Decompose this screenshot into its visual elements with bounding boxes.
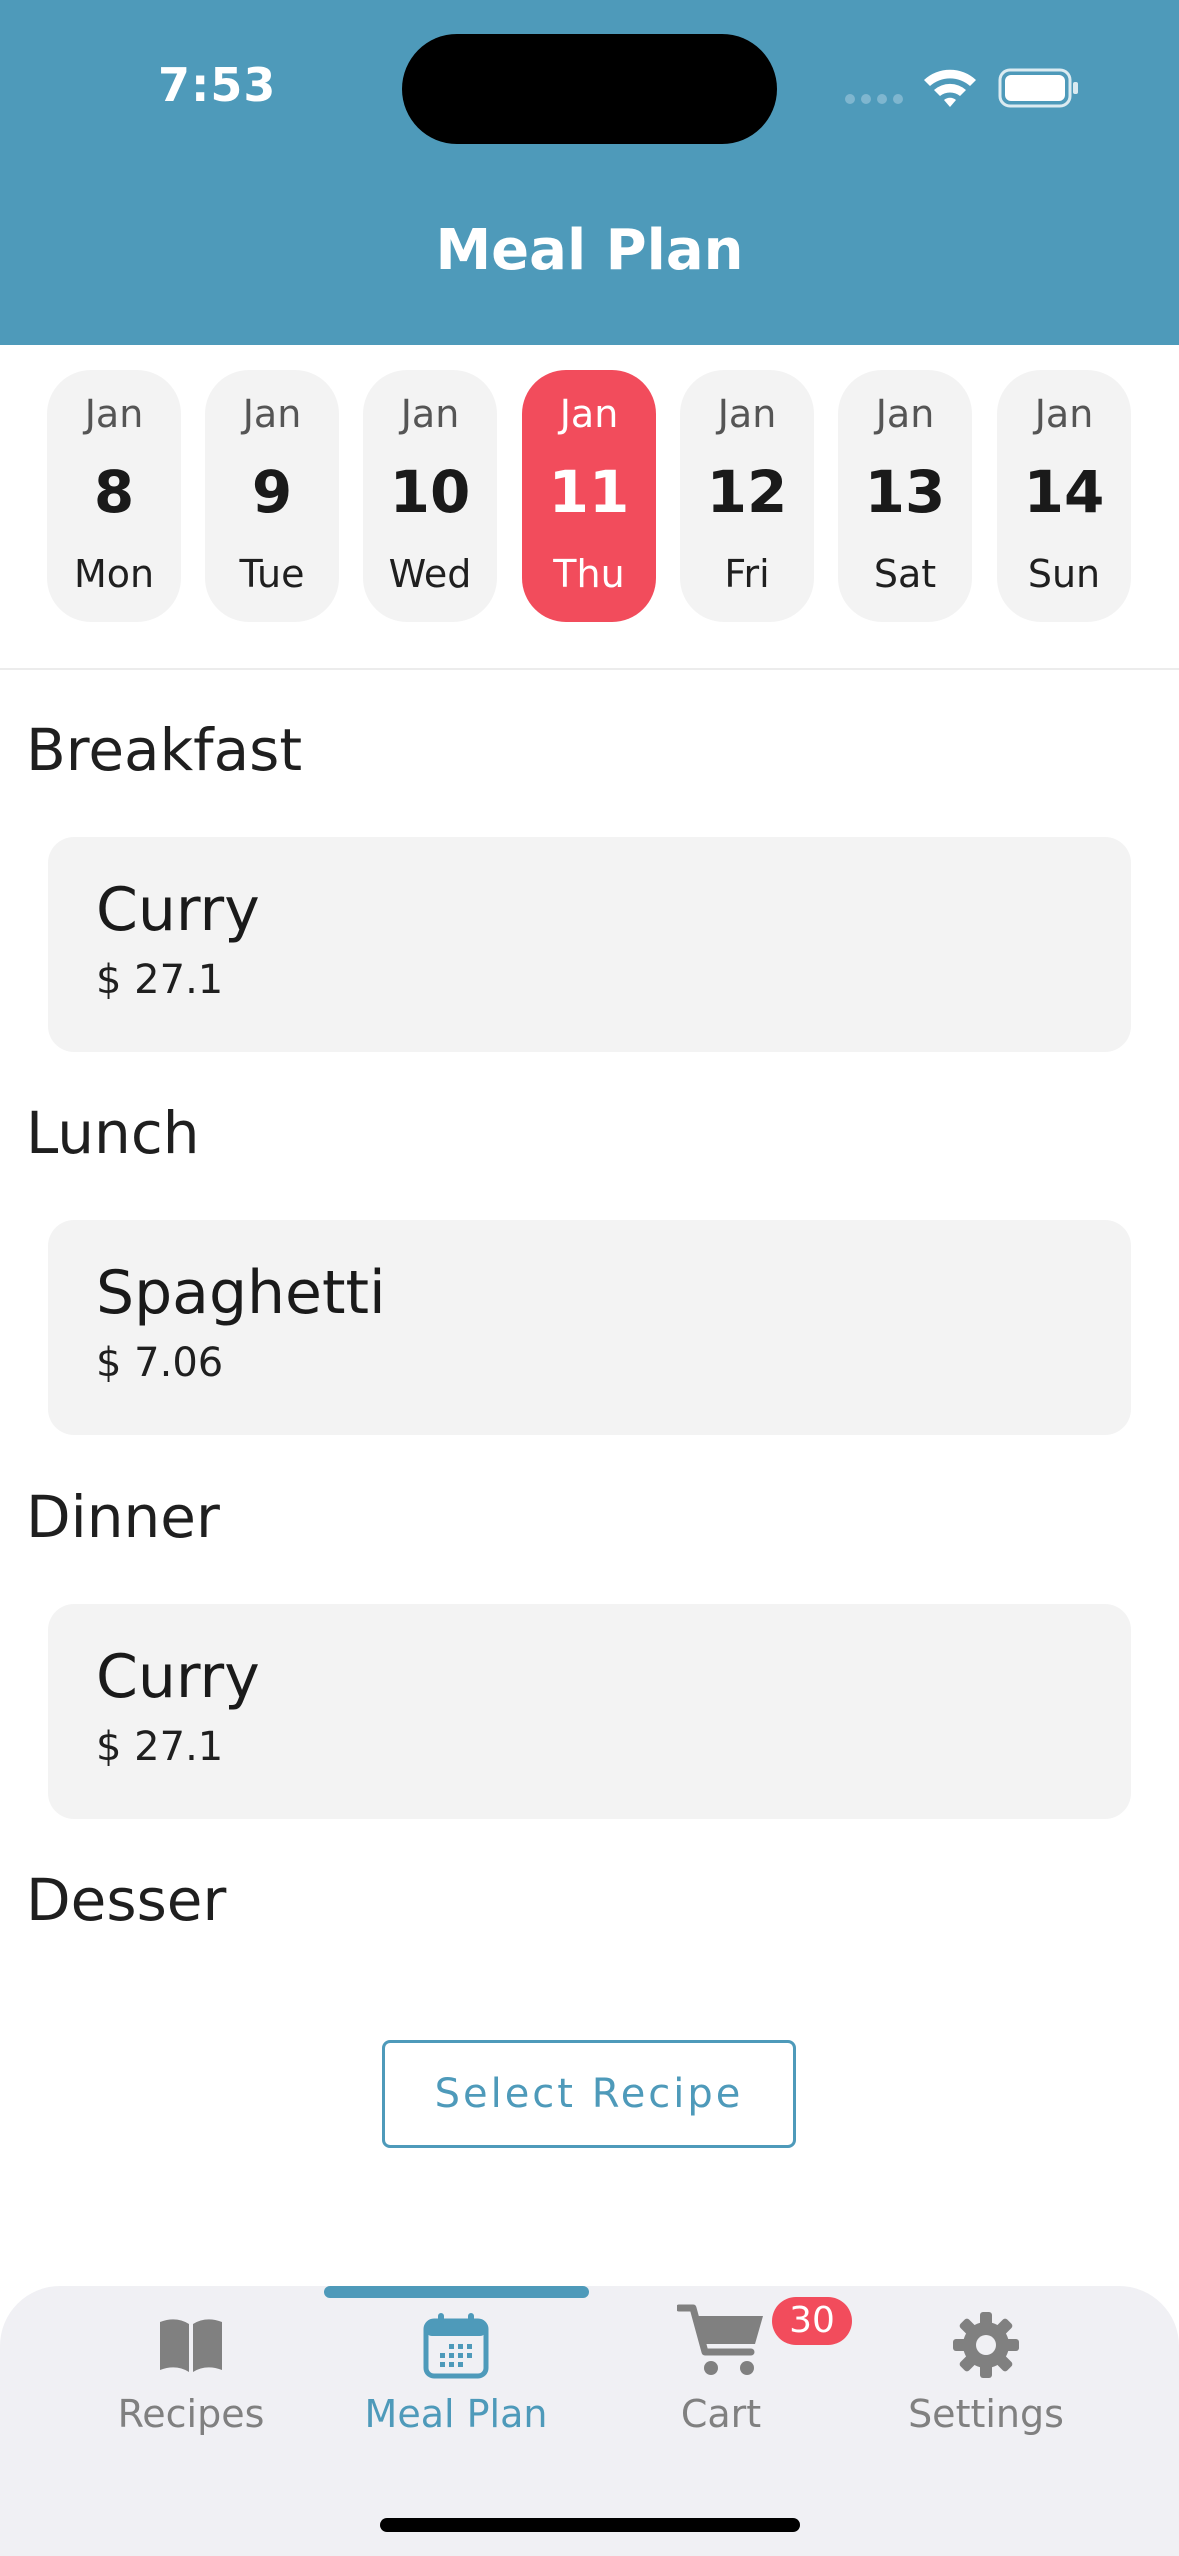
breakfast-recipe-card[interactable]: Curry $ 27.1 <box>48 837 1131 1052</box>
day-sat-13[interactable]: Jan 13 Sat <box>838 370 972 622</box>
header-bar: 7:53 Meal Plan <box>0 0 1179 345</box>
day-month: Jan <box>717 392 777 436</box>
dinner-recipe-card[interactable]: Curry $ 27.1 <box>48 1604 1131 1819</box>
dynamic-island <box>402 34 777 144</box>
day-number: 10 <box>389 458 471 526</box>
tab-label: Cart <box>680 2392 762 2436</box>
day-selector: Jan 8 Mon Jan 9 Tue Jan 10 Wed Jan 11 Th… <box>0 370 1179 622</box>
day-weekday: Sat <box>873 552 937 596</box>
gear-icon <box>953 2312 1019 2378</box>
cellular-signal-icon <box>845 94 905 106</box>
lunch-heading: Lunch <box>26 1099 200 1167</box>
day-weekday: Fri <box>724 552 770 596</box>
tab-label: Settings <box>908 2392 1064 2436</box>
day-month: Jan <box>242 392 302 436</box>
divider <box>0 668 1179 670</box>
recipe-price: $ 7.06 <box>96 1340 224 1386</box>
book-icon <box>160 2319 222 2372</box>
breakfast-heading: Breakfast <box>26 716 303 784</box>
tab-recipes[interactable]: Recipes <box>59 2310 323 2450</box>
day-month: Jan <box>400 392 460 436</box>
day-month: Jan <box>559 392 619 436</box>
recipe-name: Spaghetti <box>96 1258 386 1328</box>
home-indicator <box>380 2518 800 2532</box>
day-number: 12 <box>706 458 788 526</box>
day-weekday: Thu <box>553 552 625 596</box>
tab-label: Meal Plan <box>364 2392 548 2436</box>
day-weekday: Sun <box>1027 552 1101 596</box>
wifi-icon <box>924 69 976 107</box>
recipe-price: $ 27.1 <box>96 1724 224 1770</box>
tab-label: Recipes <box>117 2392 265 2436</box>
select-recipe-button[interactable]: Select Recipe <box>382 2040 796 2148</box>
day-weekday: Tue <box>239 552 305 596</box>
day-mon-8[interactable]: Jan 8 Mon <box>47 370 181 622</box>
day-number: 11 <box>548 458 630 526</box>
active-tab-indicator <box>324 2286 589 2298</box>
day-number: 9 <box>251 458 293 526</box>
day-month: Jan <box>84 392 144 436</box>
dinner-heading: Dinner <box>26 1483 220 1551</box>
cart-icon <box>677 2304 763 2375</box>
day-month: Jan <box>1034 392 1094 436</box>
day-sun-14[interactable]: Jan 14 Sun <box>997 370 1131 622</box>
day-month: Jan <box>875 392 935 436</box>
day-wed-10[interactable]: Jan 10 Wed <box>363 370 497 622</box>
calendar-icon <box>423 2313 489 2379</box>
day-weekday: Wed <box>388 552 472 596</box>
recipe-name: Curry <box>96 875 260 945</box>
lunch-recipe-card[interactable]: Spaghetti $ 7.06 <box>48 1220 1131 1435</box>
day-weekday: Mon <box>73 552 155 596</box>
day-number: 13 <box>864 458 946 526</box>
day-tue-9[interactable]: Jan 9 Tue <box>205 370 339 622</box>
page-title: Meal Plan <box>435 218 744 283</box>
dessert-heading: Desser <box>26 1866 227 1934</box>
status-time: 7:53 <box>158 58 277 112</box>
day-fri-12[interactable]: Jan 12 Fri <box>680 370 814 622</box>
day-number: 14 <box>1023 458 1105 526</box>
recipe-name: Curry <box>96 1642 260 1712</box>
battery-icon <box>998 68 1078 108</box>
day-thu-11-selected[interactable]: Jan 11 Thu <box>522 370 656 622</box>
cart-count-badge: 30 <box>772 2297 852 2345</box>
recipe-price: $ 27.1 <box>96 957 224 1003</box>
tab-settings[interactable]: Settings <box>854 2310 1118 2450</box>
day-number: 8 <box>93 458 135 526</box>
tab-meal-plan[interactable]: Meal Plan <box>324 2310 588 2450</box>
